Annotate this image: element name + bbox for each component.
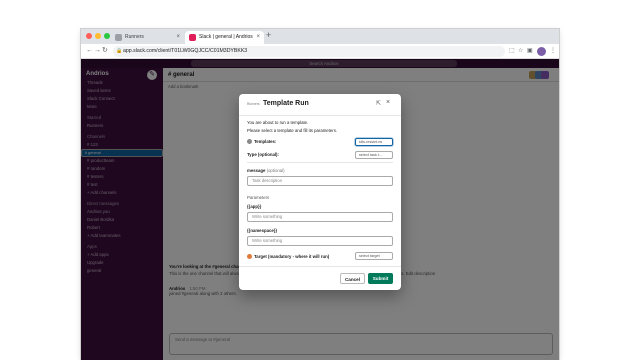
target-label: Target (mandatory - where it will run) xyxy=(247,254,329,260)
namespace-input[interactable]: Write something xyxy=(247,236,393,246)
slack-icon xyxy=(189,34,196,41)
address-bar-row: ← → ↻ 🔒 app.slack.com/client/T01LW0GQJCC… xyxy=(81,44,559,59)
puzzle-icon[interactable]: ▣ xyxy=(527,47,533,54)
profile-avatar[interactable] xyxy=(537,47,546,56)
url-field[interactable]: 🔒 app.slack.com/client/T01LW0GQJCC/C01M3… xyxy=(113,46,505,57)
template-run-modal: Runners Template Run ⇱ × You are about t… xyxy=(239,94,401,290)
message-label: message (optional) xyxy=(247,168,285,173)
window-controls xyxy=(86,33,110,39)
new-tab-button[interactable]: + xyxy=(266,30,271,40)
minimize-window-button[interactable] xyxy=(95,33,101,39)
runners-logo: Runners xyxy=(247,102,260,106)
maximize-window-button[interactable] xyxy=(104,33,110,39)
templates-select[interactable]: k8s-restart-ns xyxy=(355,138,393,146)
reload-icon[interactable]: ↻ xyxy=(102,46,108,56)
intro-line-1: You are about to run a template. xyxy=(247,120,309,125)
browser-tab-slack[interactable]: Slack | general | Andrios × xyxy=(185,31,264,44)
intro-line-2: Please select a template and fill its pa… xyxy=(247,128,338,133)
modal-header: Runners Template Run ⇱ × xyxy=(239,94,401,116)
close-tab-icon[interactable]: × xyxy=(176,31,180,44)
lock-icon: 🔒 xyxy=(116,48,123,54)
star-icon[interactable]: ☆ xyxy=(518,47,523,54)
close-icon[interactable]: × xyxy=(386,99,390,106)
forward-icon[interactable]: → xyxy=(94,46,101,56)
external-link-icon[interactable]: ⇱ xyxy=(376,100,381,107)
target-icon xyxy=(247,254,252,260)
template-icon xyxy=(247,139,252,145)
app-input[interactable]: Write something xyxy=(247,212,393,222)
modal-footer: Cancel Submit xyxy=(239,266,401,290)
type-label: Type (optional): xyxy=(247,152,279,157)
app-label: {{app}} xyxy=(247,204,262,209)
divider xyxy=(247,162,393,163)
target-select[interactable]: select target xyxy=(355,252,393,260)
tab-bar: Runners × Slack | general | Andrios × + xyxy=(81,29,559,44)
close-window-button[interactable] xyxy=(86,33,92,39)
submit-button[interactable]: Submit xyxy=(368,273,393,284)
browser-tab-runners[interactable]: Runners × xyxy=(111,31,184,44)
templates-label: Templates: xyxy=(247,139,276,145)
menu-icon[interactable]: ⋮ xyxy=(550,47,556,54)
close-tab-icon[interactable]: × xyxy=(256,31,260,44)
parameters-heading: Parameters xyxy=(247,195,270,200)
back-icon[interactable]: ← xyxy=(86,46,93,56)
modal-title: Template Run xyxy=(263,100,309,107)
extension-icon[interactable]: ⬚ xyxy=(509,47,515,54)
type-select[interactable]: select task t... xyxy=(355,151,393,159)
namespace-label: {{namespace}} xyxy=(247,228,278,233)
cancel-button[interactable]: Cancel xyxy=(340,273,365,284)
github-icon xyxy=(115,34,122,41)
message-input[interactable]: Task description xyxy=(247,176,393,186)
